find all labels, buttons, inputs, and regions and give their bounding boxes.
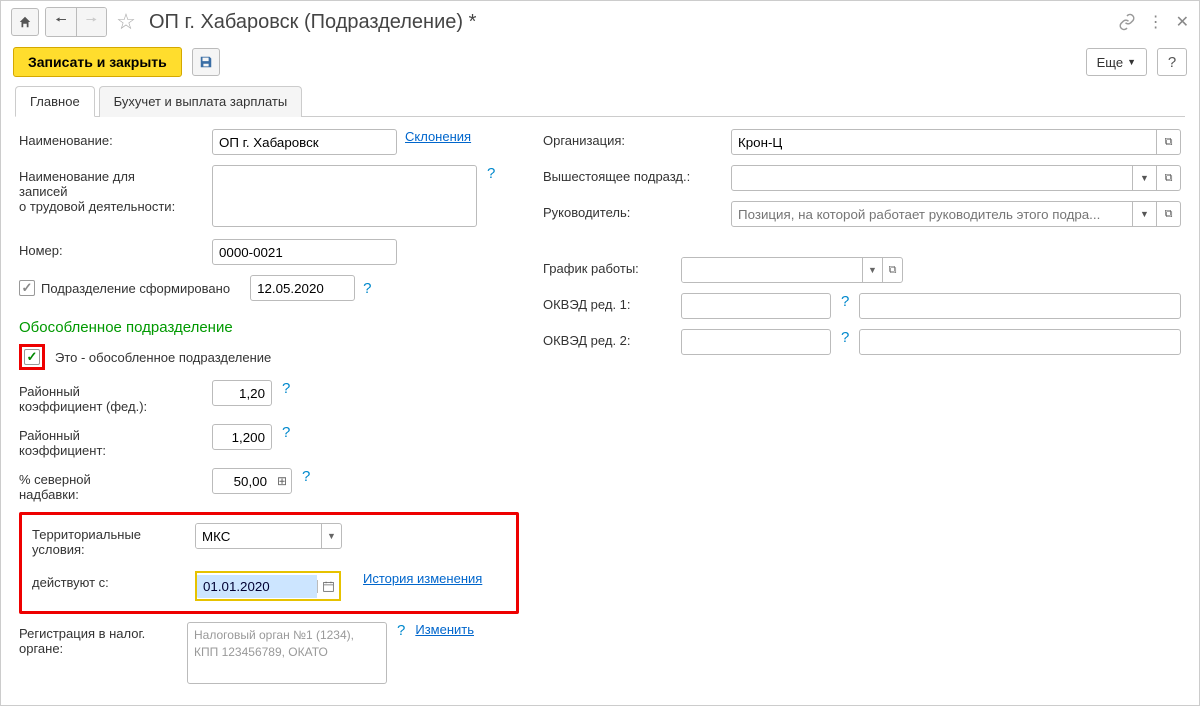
- coef-input[interactable]: [212, 424, 272, 450]
- highlight-valid-from: [195, 571, 341, 601]
- valid-from-input[interactable]: [197, 575, 317, 598]
- help-icon[interactable]: ?: [280, 424, 292, 441]
- schedule-input[interactable]: [682, 258, 862, 282]
- terr-label: Территориальные условия:: [32, 523, 187, 557]
- number-label: Номер:: [19, 239, 204, 258]
- section-separate: Обособленное подразделение: [19, 319, 519, 336]
- help-icon[interactable]: ?: [280, 380, 292, 397]
- okved1-name-input[interactable]: [859, 293, 1181, 319]
- schedule-combo[interactable]: ▼ ⧉: [681, 257, 903, 283]
- help-icon[interactable]: ?: [839, 329, 851, 346]
- formed-label: Подразделение сформировано: [41, 281, 230, 296]
- okved2-name-input[interactable]: [859, 329, 1181, 355]
- okved2-label: ОКВЭД ред. 2:: [543, 329, 673, 348]
- highlight-territorial: Территориальные условия: ▼ действуют с:: [19, 512, 519, 614]
- coef-label: Районный коэффициент:: [19, 424, 204, 458]
- help-icon[interactable]: ?: [485, 165, 497, 182]
- coef-fed-input[interactable]: [212, 380, 272, 406]
- tab-accounting[interactable]: Бухучет и выплата зарплаты: [99, 86, 303, 117]
- open-ext-icon[interactable]: ⧉: [1157, 165, 1181, 191]
- org-input[interactable]: [731, 129, 1157, 155]
- tax-reg-value: Налоговый орган №1 (1234), КПП 123456789…: [187, 622, 387, 684]
- declensions-link[interactable]: Склонения: [405, 129, 471, 144]
- kebab-menu-icon[interactable]: ⋮: [1148, 12, 1164, 32]
- valid-from-label: действуют с:: [32, 571, 187, 590]
- chevron-down-icon[interactable]: ▼: [321, 524, 341, 548]
- chevron-down-icon[interactable]: ▼: [862, 258, 882, 282]
- chevron-down-icon[interactable]: ▼: [1133, 165, 1157, 191]
- help-icon[interactable]: ?: [839, 293, 851, 310]
- link-icon[interactable]: [1118, 13, 1136, 31]
- calendar-icon[interactable]: [317, 580, 339, 593]
- manager-input[interactable]: [731, 201, 1133, 227]
- okved1-code-input[interactable]: [681, 293, 831, 319]
- okved2-code-input[interactable]: [681, 329, 831, 355]
- schedule-label: График работы:: [543, 257, 673, 276]
- okved1-label: ОКВЭД ред. 1:: [543, 293, 673, 312]
- number-input[interactable]: [212, 239, 397, 265]
- open-ext-icon[interactable]: ⧉: [882, 258, 902, 282]
- back-button[interactable]: 🠔: [46, 8, 76, 36]
- more-button[interactable]: Еще ▼: [1086, 48, 1147, 76]
- is-separate-checkbox[interactable]: [24, 349, 40, 365]
- open-ext-icon[interactable]: ⧉: [1157, 201, 1181, 227]
- home-button[interactable]: [11, 8, 39, 36]
- formed-checkbox[interactable]: [19, 280, 35, 296]
- calculator-icon[interactable]: ⊞: [277, 474, 287, 488]
- tax-reg-label: Регистрация в налог. органе:: [19, 622, 179, 656]
- terr-input[interactable]: [196, 524, 321, 548]
- name-labor-input[interactable]: [212, 165, 477, 227]
- manager-label: Руководитель:: [543, 201, 723, 220]
- window-title: ОП г. Хабаровск (Подразделение) *: [149, 11, 476, 34]
- name-labor-label: Наименование для записей о трудовой деят…: [19, 165, 204, 214]
- chevron-down-icon: ▼: [1127, 57, 1136, 67]
- highlight-is-separate: [19, 344, 45, 370]
- name-input[interactable]: [212, 129, 397, 155]
- close-icon[interactable]: ✕: [1176, 12, 1189, 32]
- org-label: Организация:: [543, 129, 723, 148]
- help-icon[interactable]: ?: [300, 468, 312, 485]
- is-separate-label: Это - обособленное подразделение: [55, 350, 271, 365]
- favorite-star-icon[interactable]: ☆: [113, 9, 139, 35]
- parent-label: Вышестоящее подразд.:: [543, 165, 723, 184]
- coef-fed-label: Районный коэффициент (фед.):: [19, 380, 204, 414]
- change-link[interactable]: Изменить: [415, 622, 474, 637]
- history-link[interactable]: История изменения: [363, 571, 482, 586]
- save-button[interactable]: [192, 48, 220, 76]
- tab-main[interactable]: Главное: [15, 86, 95, 117]
- terr-combo[interactable]: ▼: [195, 523, 342, 549]
- formed-date-input[interactable]: [250, 275, 355, 301]
- save-close-button[interactable]: Записать и закрыть: [13, 47, 182, 77]
- parent-input[interactable]: [731, 165, 1133, 191]
- help-button[interactable]: ?: [1157, 48, 1187, 76]
- open-ext-icon[interactable]: ⧉: [1157, 129, 1181, 155]
- north-label: % северной надбавки:: [19, 468, 204, 502]
- forward-button: 🠖: [76, 8, 106, 36]
- help-icon[interactable]: ?: [395, 622, 407, 639]
- nav-back-forward: 🠔 🠖: [45, 7, 107, 37]
- help-icon[interactable]: ?: [361, 280, 373, 297]
- name-label: Наименование:: [19, 129, 204, 148]
- chevron-down-icon[interactable]: ▼: [1133, 201, 1157, 227]
